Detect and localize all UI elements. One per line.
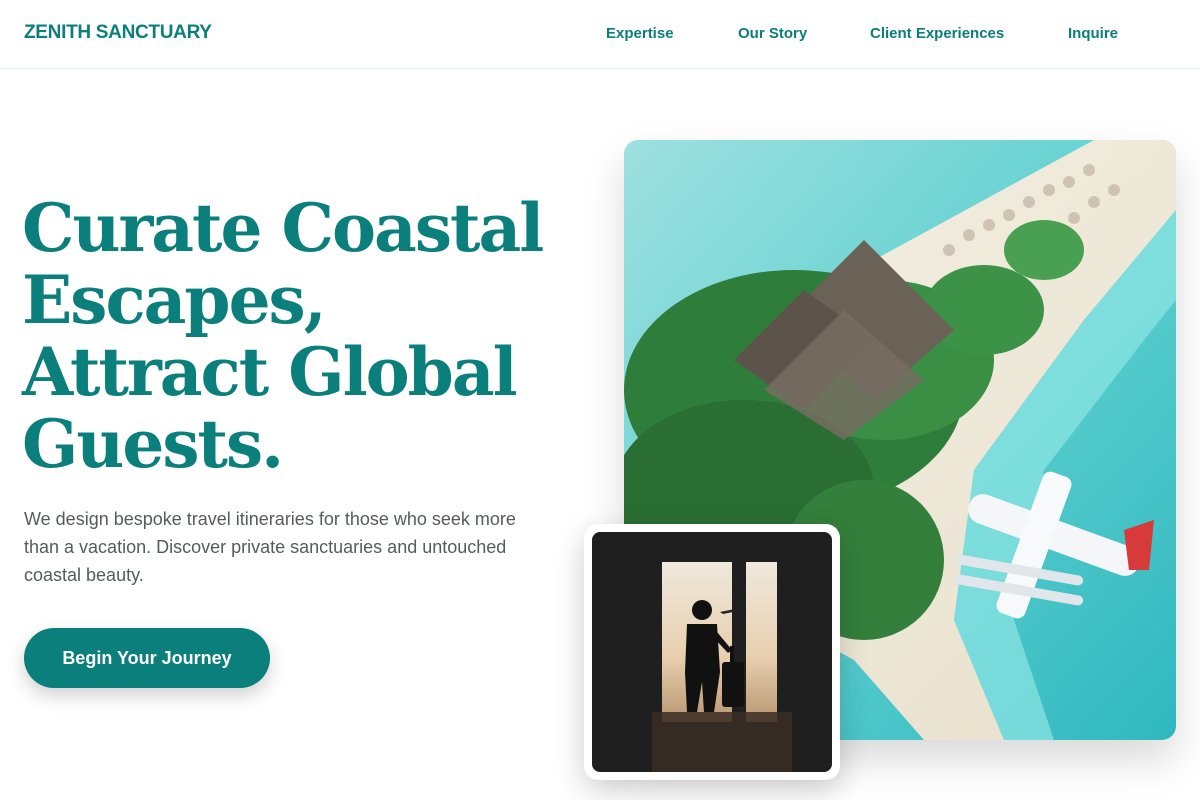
inset-photo	[592, 532, 832, 772]
nav-link-expertise[interactable]: Expertise	[606, 25, 674, 42]
inset-photo-card	[584, 524, 840, 780]
site-header: ZENITH SANCTUARY Expertise Our Story Cli…	[0, 0, 1200, 69]
headline-line: Curate Coastal	[22, 189, 544, 267]
headline-line: Escapes,	[22, 261, 327, 339]
brand-logo-text[interactable]: ZENITH SANCTUARY	[24, 22, 212, 44]
headline-line: Attract Global	[22, 333, 518, 411]
headline-line: Guests.	[22, 405, 284, 483]
hero-headline: Curate Coastal Escapes, Attract Global G…	[22, 192, 582, 480]
hero-subtitle: We design bespoke travel itineraries for…	[24, 509, 516, 585]
nav-link-client-experiences[interactable]: Client Experiences	[870, 25, 1004, 42]
begin-journey-button[interactable]: Begin Your Journey	[24, 628, 270, 688]
traveler-silhouette-image	[592, 532, 832, 772]
nav-link-our-story[interactable]: Our Story	[738, 25, 807, 42]
nav-link-inquire[interactable]: Inquire	[1068, 25, 1118, 42]
